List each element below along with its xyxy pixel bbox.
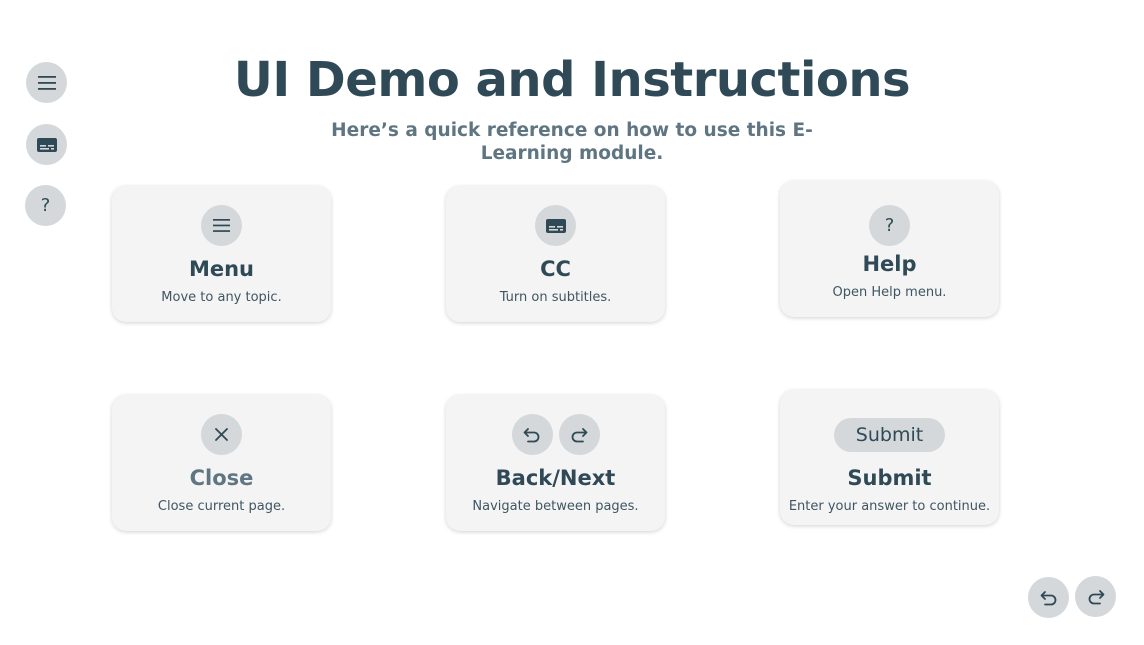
- page-title: UI Demo and Instructions: [233, 52, 911, 108]
- card-title: Back/Next: [495, 466, 616, 490]
- next-button[interactable]: [1075, 576, 1116, 617]
- menu-icon: [201, 205, 242, 246]
- card-help: ? Help Open Help menu.: [780, 181, 999, 317]
- card-title: Close: [189, 466, 254, 490]
- card-title: Menu: [188, 257, 255, 281]
- card-title: CC: [540, 257, 571, 281]
- card-title: Submit: [847, 466, 932, 490]
- card-title: Help: [862, 252, 917, 276]
- card-description: Open Help menu.: [832, 285, 947, 300]
- help-icon: ?: [869, 205, 910, 246]
- back-arrow-icon: [1040, 590, 1056, 605]
- card-submit: Submit Submit Enter your answer to conti…: [780, 390, 999, 525]
- next-arrow-icon: [558, 414, 600, 455]
- card-description: Move to any topic.: [161, 290, 282, 305]
- card-description: Turn on subtitles.: [499, 290, 612, 305]
- back-button[interactable]: [1028, 577, 1069, 618]
- submit-example-button: Submit: [834, 418, 945, 452]
- card-cc: CC Turn on subtitles.: [446, 186, 665, 322]
- cc-button[interactable]: [26, 124, 67, 165]
- back-arrow-icon: [511, 414, 553, 455]
- closed-captions-icon: [36, 137, 57, 152]
- card-description: Navigate between pages.: [472, 499, 639, 514]
- card-back-next: Back/Next Navigate between pages.: [446, 395, 665, 531]
- card-description: Close current page.: [157, 499, 286, 514]
- card-close: Close Close current page.: [112, 395, 331, 531]
- next-arrow-icon: [1088, 589, 1104, 604]
- card-menu: Menu Move to any topic.: [112, 186, 331, 322]
- card-description: Enter your answer to continue.: [788, 499, 991, 514]
- help-button[interactable]: ?: [25, 185, 66, 226]
- close-icon: [201, 414, 242, 455]
- closed-captions-icon: [535, 205, 576, 246]
- page-subtitle: Here’s a quick reference on how to use t…: [331, 120, 813, 164]
- help-icon: ?: [40, 195, 51, 216]
